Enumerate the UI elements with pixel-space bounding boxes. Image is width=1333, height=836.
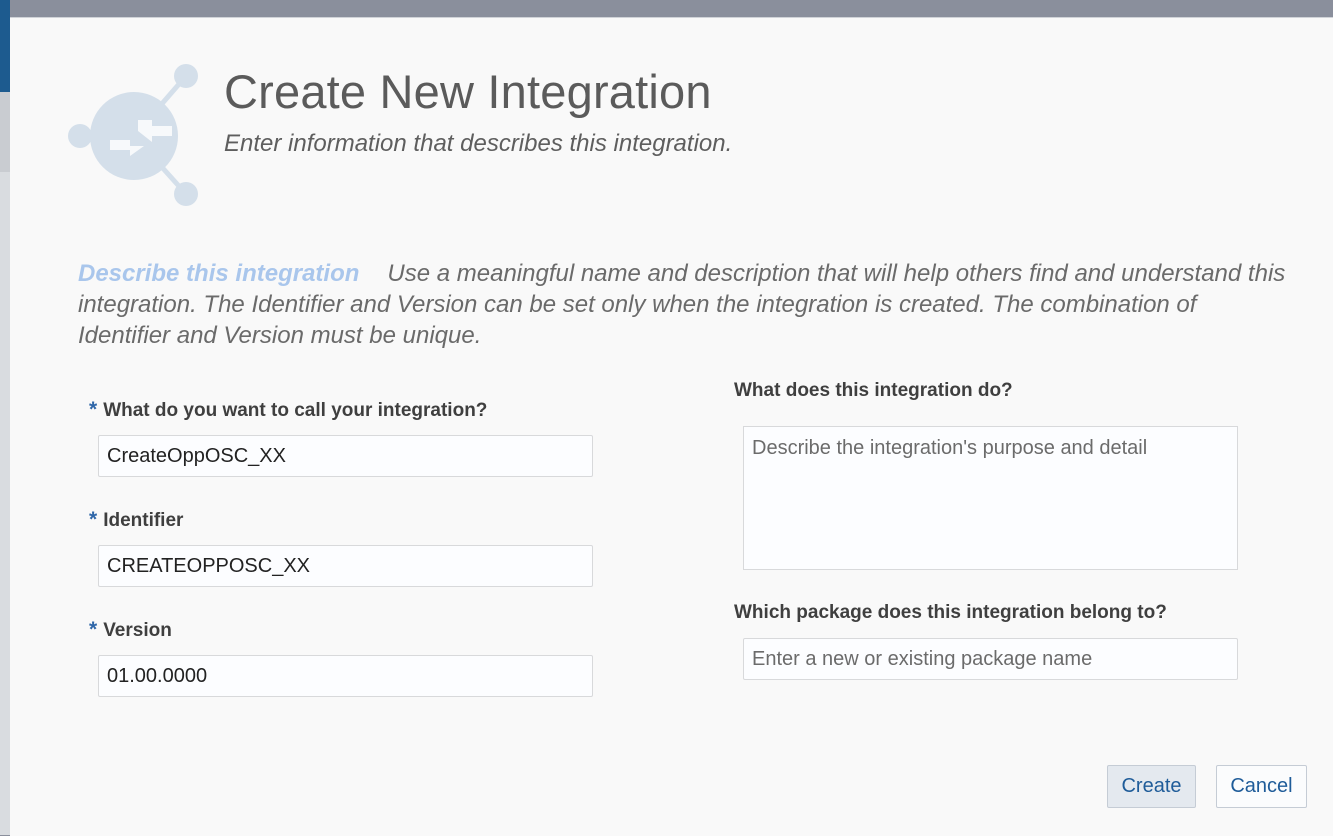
integration-arrows-icon — [68, 64, 198, 206]
description-textarea[interactable] — [743, 426, 1238, 570]
name-field-label: * What do you want to call your integrati… — [89, 398, 487, 422]
intro-lead: Describe this integration — [78, 260, 360, 287]
version-field-label: * Version — [89, 618, 172, 642]
background-panel — [0, 172, 10, 835]
dialog-title: Create New Integration — [224, 65, 712, 118]
background-header-strip — [0, 92, 10, 172]
create-integration-dialog: Create New Integration Enter information… — [10, 17, 1333, 836]
identifier-field-label: * Identifier — [89, 508, 183, 532]
integration-name-input[interactable] — [98, 435, 593, 477]
name-label-text: What do you want to call your integratio… — [103, 400, 488, 421]
required-marker: * — [89, 508, 98, 531]
cancel-button[interactable]: Cancel — [1216, 765, 1307, 808]
package-input[interactable] — [743, 638, 1238, 680]
description-field-label: What does this integration do? — [734, 380, 1013, 401]
version-label-text: Version — [103, 620, 172, 641]
version-input[interactable] — [98, 655, 593, 697]
dialog-subtitle: Enter information that describes this in… — [224, 130, 733, 157]
package-field-label: Which package does this integration belo… — [734, 602, 1167, 623]
background-app-edge — [0, 0, 10, 835]
identifier-label-text: Identifier — [103, 510, 184, 531]
create-button[interactable]: Create — [1107, 765, 1196, 808]
background-nav-bar — [0, 0, 10, 92]
intro-description: Describe this integration Use a meaningfu… — [78, 258, 1293, 351]
identifier-input[interactable] — [98, 545, 593, 587]
required-marker: * — [89, 618, 98, 641]
required-marker: * — [89, 398, 98, 421]
